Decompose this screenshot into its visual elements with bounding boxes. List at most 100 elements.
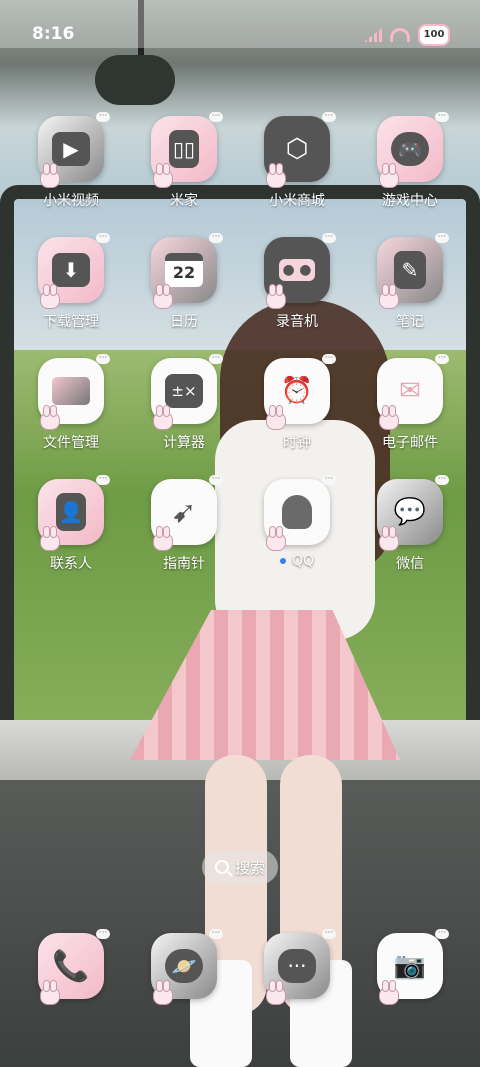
bunny-badge-icon (153, 405, 173, 430)
compass-glyph: ➹ (171, 494, 197, 530)
video-play-icon[interactable]: ▶ ··· (38, 112, 110, 188)
app-mijia[interactable]: ▯▯ ··· 米家 (134, 112, 234, 210)
app-label: 小米视频 (43, 193, 99, 209)
download-folder-icon[interactable]: ⬇ ··· (38, 233, 110, 309)
app-qq[interactable]: ··· QQ (247, 475, 347, 569)
bunny-badge-icon (266, 405, 286, 430)
signal-icon (364, 28, 382, 42)
app-label: 时钟 (283, 435, 311, 451)
app-file-manager[interactable]: ··· 文件管理 (21, 354, 121, 452)
more-dots-icon: ··· (435, 112, 449, 122)
calculator-icon[interactable]: ±× ··· (151, 354, 223, 430)
contacts-icon[interactable]: 👤 ··· (38, 475, 110, 551)
app-label-text: QQ (291, 553, 315, 569)
dock-camera[interactable]: 📷 ··· (360, 929, 460, 1005)
bunny-badge-icon (153, 284, 173, 309)
app-label: 游戏中心 (382, 193, 438, 209)
app-mi-store[interactable]: ⬡ ··· 小米商城 (247, 112, 347, 210)
calculator-glyph: ±× (165, 374, 203, 408)
bunny-badge-icon (40, 526, 60, 551)
message-bubble-glyph: ··· (278, 949, 316, 983)
messages-icon[interactable]: ··· ··· (264, 929, 336, 1005)
more-dots-icon: ··· (209, 233, 223, 243)
more-dots-icon: ··· (96, 475, 110, 485)
app-notes[interactable]: ✎ ··· 笔记 (360, 233, 460, 331)
battery-icon: 100 (418, 24, 450, 46)
more-dots-icon: ··· (322, 233, 336, 243)
more-dots-icon: ··· (435, 475, 449, 485)
app-email[interactable]: ✉ ··· 电子邮件 (360, 354, 460, 452)
dock-messages[interactable]: ··· ··· (247, 929, 347, 1005)
app-calendar[interactable]: 22 ··· 日历 (134, 233, 234, 331)
app-label: 米家 (170, 193, 198, 209)
download-glyph: ⬇ (52, 253, 90, 287)
camera-glyph: 📷 (393, 951, 427, 981)
gamepad-icon[interactable]: 🎮 ··· (377, 112, 449, 188)
camera-icon[interactable]: 📷 ··· (377, 929, 449, 1005)
bunny-badge-icon (266, 284, 286, 309)
cube-icon[interactable]: ⬡ ··· (264, 112, 336, 188)
tape-glyph: ● ● (279, 259, 315, 281)
penguin-glyph (282, 495, 312, 529)
wifi-icon (390, 28, 410, 42)
folder-glyph (52, 377, 90, 405)
bunny-badge-icon (153, 980, 173, 1005)
compass-icon[interactable]: ➹ ··· (151, 475, 223, 551)
bunny-badge-icon (266, 526, 286, 551)
more-dots-icon: ··· (96, 929, 110, 939)
app-mi-video[interactable]: ▶ ··· 小米视频 (21, 112, 121, 210)
search-label: 搜索 (234, 858, 265, 877)
dock-phone[interactable]: 📞 ··· (21, 929, 121, 1005)
wechat-glyph: 💬 (393, 497, 427, 527)
more-dots-icon: ··· (209, 929, 223, 939)
bunny-badge-icon (266, 980, 286, 1005)
calendar-icon[interactable]: 22 ··· (151, 233, 223, 309)
app-calculator[interactable]: ±× ··· 计算器 (134, 354, 234, 452)
app-clock[interactable]: ⏰ ··· 时钟 (247, 354, 347, 452)
mail-icon[interactable]: ✉ ··· (377, 354, 449, 430)
more-dots-icon: ··· (322, 112, 336, 122)
bunny-badge-icon (379, 405, 399, 430)
notebook-glyph: ✎ (394, 251, 426, 289)
notebook-icon[interactable]: ✎ ··· (377, 233, 449, 309)
cube-glyph: ⬡ (285, 134, 309, 164)
app-contacts[interactable]: 👤 ··· 联系人 (21, 475, 121, 573)
wechat-icon[interactable]: 💬 ··· (377, 475, 449, 551)
recorder-icon[interactable]: ● ● ··· (264, 233, 336, 309)
mail-glyph: ✉ (399, 376, 421, 406)
bunny-badge-icon (379, 163, 399, 188)
alarm-clock-icon[interactable]: ⏰ ··· (264, 354, 336, 430)
search-icon (214, 860, 229, 874)
search-button[interactable]: 搜索 (202, 850, 278, 884)
status-time: 8:16 (32, 24, 75, 44)
app-game-center[interactable]: 🎮 ··· 游戏中心 (360, 112, 460, 210)
app-label: 录音机 (276, 314, 318, 330)
contacts-glyph: 👤 (56, 493, 86, 531)
phone-icon[interactable]: 📞 ··· (38, 929, 110, 1005)
app-recorder[interactable]: ● ● ··· 录音机 (247, 233, 347, 331)
bunny-badge-icon (379, 980, 399, 1005)
app-label: 笔记 (396, 314, 424, 330)
play-glyph: ▶ (52, 132, 90, 166)
more-dots-icon: ··· (96, 354, 110, 364)
app-label: 文件管理 (43, 435, 99, 451)
bunny-badge-icon (40, 405, 60, 430)
more-dots-icon: ··· (322, 929, 336, 939)
more-dots-icon: ··· (96, 233, 110, 243)
more-dots-icon: ··· (209, 354, 223, 364)
wallpaper-lamp (95, 55, 175, 105)
fridge-icon[interactable]: ▯▯ ··· (151, 112, 223, 188)
app-compass[interactable]: ➹ ··· 指南针 (134, 475, 234, 573)
bunny-badge-icon (266, 163, 286, 188)
folder-icon[interactable]: ··· (38, 354, 110, 430)
bunny-badge-icon (40, 980, 60, 1005)
app-downloads[interactable]: ⬇ ··· 下载管理 (21, 233, 121, 331)
home-screen: 8:16 100 ▶ ··· 小米视频 ▯▯ ··· 米家 ⬡ ··· 小米商城 (0, 0, 480, 1067)
more-dots-icon: ··· (435, 354, 449, 364)
new-install-dot (279, 558, 286, 564)
browser-planet-icon[interactable]: 🪐 ··· (151, 929, 223, 1005)
dock-browser[interactable]: 🪐 ··· (134, 929, 234, 1005)
more-dots-icon: ··· (322, 475, 336, 485)
qq-penguin-icon[interactable]: ··· (264, 475, 336, 551)
app-wechat[interactable]: 💬 ··· 微信 (360, 475, 460, 573)
